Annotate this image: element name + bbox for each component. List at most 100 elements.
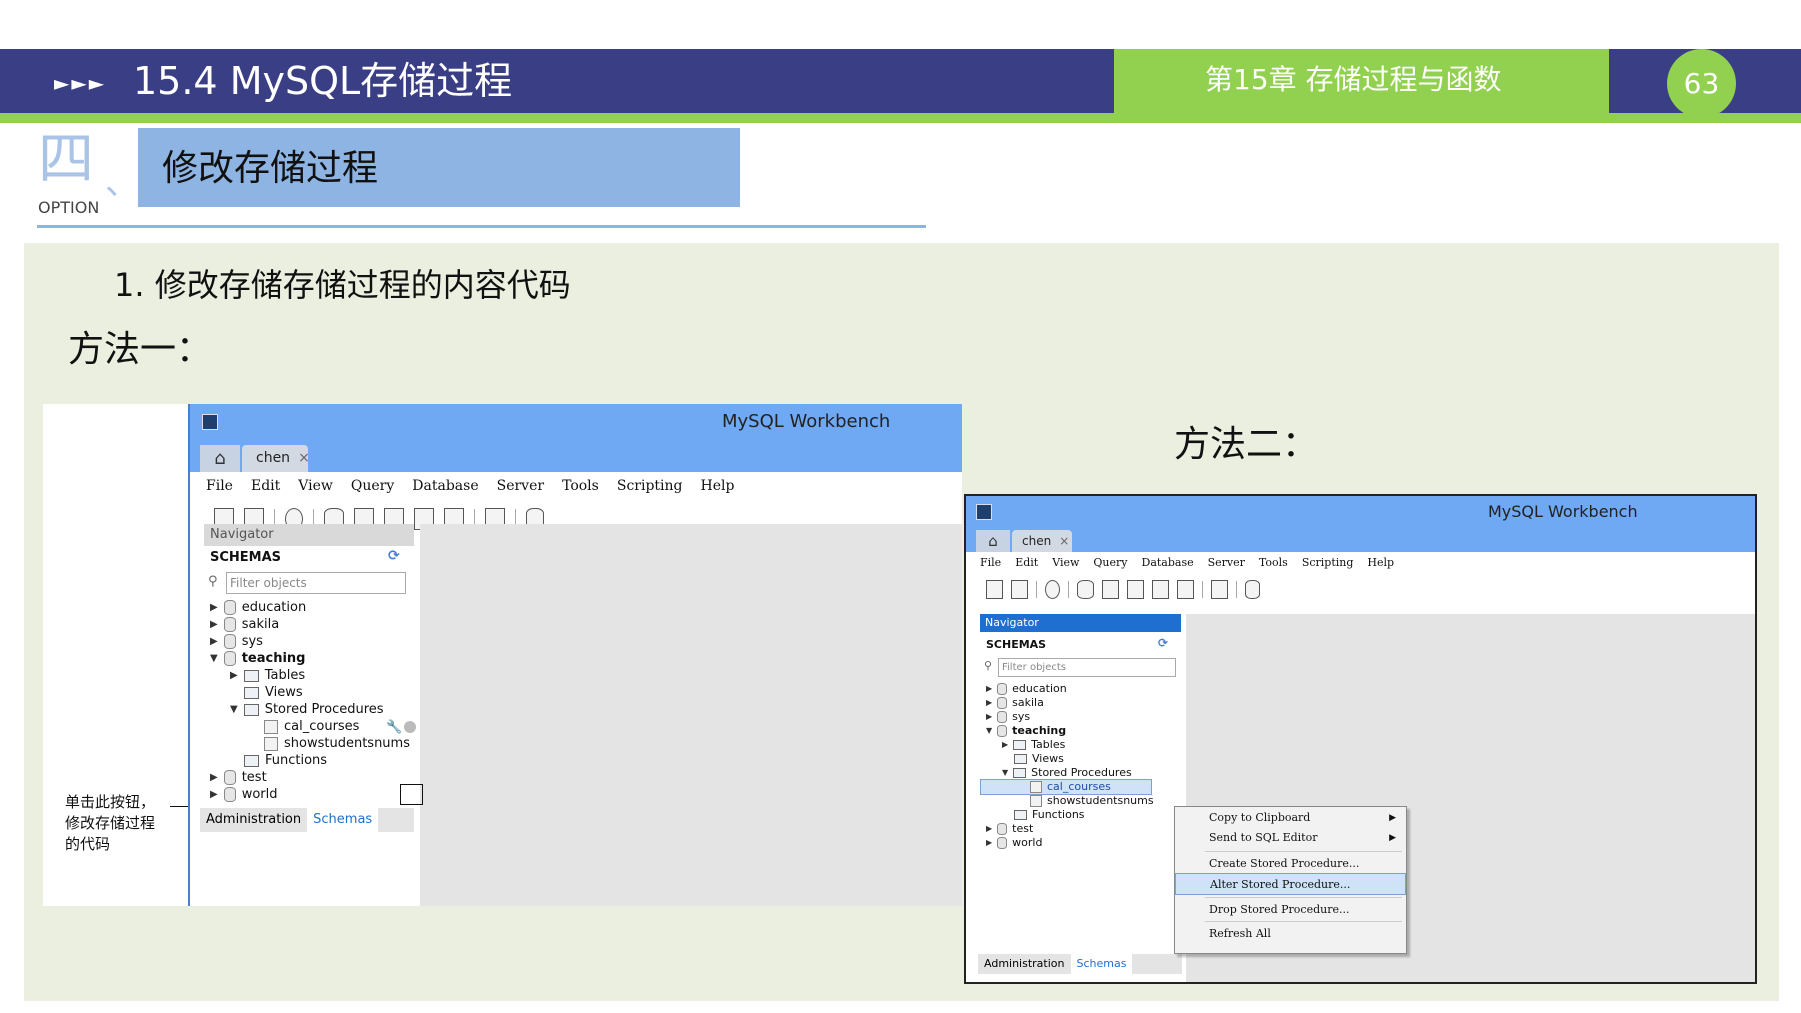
expand-arrow-icon[interactable]: ▶ [210, 636, 218, 647]
expand-arrow-icon[interactable]: ▶ [210, 789, 218, 800]
expand-arrow-icon[interactable]: ▶ [986, 838, 992, 847]
menu-file[interactable]: File [980, 556, 1001, 574]
menu-database[interactable]: Database [412, 478, 478, 500]
tree-item-stored-procedures[interactable]: ▼ Stored Procedures [1002, 766, 1132, 779]
tree-item-functions[interactable]: Functions [244, 753, 327, 768]
home-icon[interactable]: ⌂ [200, 445, 240, 472]
menu-help[interactable]: Help [701, 478, 735, 500]
tab-administration[interactable]: Administration [200, 808, 307, 832]
search-table-data-icon[interactable] [1211, 579, 1228, 599]
tree-item-views[interactable]: Views [244, 685, 303, 700]
close-icon[interactable]: × [1059, 534, 1069, 548]
inspector-icon[interactable] [1045, 579, 1060, 599]
create-table-icon[interactable] [1102, 579, 1119, 599]
section-underline [37, 225, 926, 228]
tree-item-showstudentsnums[interactable]: showstudentsnums [1030, 794, 1154, 807]
window-title: MySQL Workbench [722, 411, 891, 432]
create-function-icon[interactable] [1177, 579, 1194, 599]
tree-label: sys [241, 634, 263, 649]
edit-procedure-icon[interactable] [404, 721, 416, 733]
tree-item-tables[interactable]: ▶ Tables [1002, 738, 1065, 751]
collapse-arrow-icon[interactable]: ▼ [1002, 768, 1008, 777]
menu-tools[interactable]: Tools [1259, 556, 1288, 574]
reconnect-icon[interactable] [1245, 579, 1260, 599]
header-arrows-icon: ►►► [54, 71, 107, 95]
tree-item-test[interactable]: ▶ test [210, 770, 267, 785]
create-procedure-icon[interactable] [1152, 579, 1169, 599]
tree-item-sys[interactable]: ▶ sys [210, 634, 263, 649]
menu-item-refresh-all[interactable]: Refresh All [1175, 923, 1406, 945]
menu-view[interactable]: View [298, 478, 333, 500]
submenu-arrow-icon: ▶ [1389, 833, 1396, 843]
menu-server[interactable]: Server [1208, 556, 1245, 574]
expand-arrow-icon[interactable]: ▶ [210, 772, 218, 783]
tree-item-education[interactable]: ▶ education [210, 600, 306, 615]
expand-arrow-icon[interactable]: ▶ [986, 712, 992, 721]
menu-database[interactable]: Database [1142, 556, 1194, 574]
filter-input[interactable]: Filter objects [226, 572, 406, 594]
tree-item-education[interactable]: ▶ education [986, 682, 1067, 695]
context-menu: Copy to Clipboard ▶ Send to SQL Editor ▶ C… [1174, 806, 1407, 954]
tree-item-cal-courses[interactable]: cal_courses [1030, 780, 1111, 793]
menu-item-label: Send to SQL Editor [1209, 831, 1318, 844]
database-icon [997, 682, 1008, 695]
tab-schemas[interactable]: Schemas [1070, 954, 1133, 974]
expand-arrow-icon[interactable]: ▶ [986, 698, 992, 707]
tree-label: education [1012, 682, 1067, 695]
tree-item-test[interactable]: ▶ test [986, 822, 1033, 835]
menu-query[interactable]: Query [351, 478, 394, 500]
menu-edit[interactable]: Edit [1015, 556, 1038, 574]
menu-file[interactable]: File [206, 478, 233, 500]
open-sql-script-icon[interactable] [1011, 579, 1028, 599]
expand-arrow-icon[interactable]: ▶ [210, 602, 218, 613]
expand-arrow-icon[interactable]: ▶ [230, 670, 238, 681]
tree-item-tables[interactable]: ▶ Tables [230, 668, 305, 683]
expand-arrow-icon[interactable]: ▶ [986, 684, 992, 693]
menu-scripting[interactable]: Scripting [1302, 556, 1354, 574]
refresh-icon[interactable]: ⟳ [388, 548, 400, 564]
menu-edit[interactable]: Edit [251, 478, 280, 500]
create-view-icon[interactable] [1127, 579, 1144, 599]
collapse-arrow-icon[interactable]: ▼ [210, 653, 218, 664]
slide-title: 15.4 MySQL存储过程 [133, 59, 513, 103]
expand-arrow-icon[interactable]: ▶ [210, 619, 218, 630]
tree-item-stored-procedures[interactable]: ▼ Stored Procedures [230, 702, 384, 717]
tree-item-teaching[interactable]: ▼ teaching [210, 651, 305, 666]
collapse-arrow-icon[interactable]: ▼ [230, 704, 238, 715]
menu-item-drop-stored-procedure[interactable]: Drop Stored Procedure... [1175, 899, 1406, 921]
tree-item-world[interactable]: ▶ world [986, 836, 1042, 849]
menu-item-copy-to-clipboard[interactable]: Copy to Clipboard ▶ [1175, 807, 1406, 829]
menu-item-create-stored-procedure[interactable]: Create Stored Procedure... [1175, 853, 1406, 875]
collapse-arrow-icon[interactable]: ▼ [986, 726, 992, 735]
expand-arrow-icon[interactable]: ▶ [986, 824, 992, 833]
inspect-icon[interactable]: 🔧 [386, 720, 402, 735]
tree-item-sakila[interactable]: ▶ sakila [210, 617, 279, 632]
tree-item-cal-courses[interactable]: cal_courses [264, 719, 359, 734]
create-schema-icon[interactable] [1077, 579, 1094, 599]
tab-schemas[interactable]: Schemas [307, 808, 379, 832]
expand-arrow-icon[interactable]: ▶ [1002, 740, 1008, 749]
menu-item-send-to-sql-editor[interactable]: Send to SQL Editor ▶ [1175, 827, 1406, 849]
tree-item-sys[interactable]: ▶ sys [986, 710, 1030, 723]
tree-item-functions[interactable]: Functions [1014, 808, 1085, 821]
menu-tools[interactable]: Tools [562, 478, 599, 500]
menu-view[interactable]: View [1052, 556, 1079, 574]
refresh-icon[interactable]: ⟳ [1158, 636, 1168, 650]
tree-item-teaching[interactable]: ▼ teaching [986, 724, 1066, 737]
home-icon[interactable]: ⌂ [976, 530, 1010, 552]
tab-chen[interactable]: chen × [1012, 530, 1072, 552]
new-sql-tab-icon[interactable] [986, 579, 1003, 599]
tree-item-showstudentsnums[interactable]: showstudentsnums [264, 736, 410, 751]
tree-item-sakila[interactable]: ▶ sakila [986, 696, 1044, 709]
menu-item-alter-stored-procedure[interactable]: Alter Stored Procedure... [1175, 873, 1406, 895]
close-icon[interactable]: × [298, 450, 310, 466]
menu-help[interactable]: Help [1367, 556, 1394, 574]
menu-scripting[interactable]: Scripting [617, 478, 683, 500]
menu-query[interactable]: Query [1093, 556, 1127, 574]
tree-item-world[interactable]: ▶ world [210, 787, 278, 802]
tab-administration[interactable]: Administration [978, 954, 1071, 974]
tab-chen[interactable]: chen × [242, 445, 310, 472]
menu-server[interactable]: Server [497, 478, 544, 500]
filter-input[interactable]: Filter objects [998, 658, 1176, 677]
tree-item-views[interactable]: Views [1014, 752, 1064, 765]
